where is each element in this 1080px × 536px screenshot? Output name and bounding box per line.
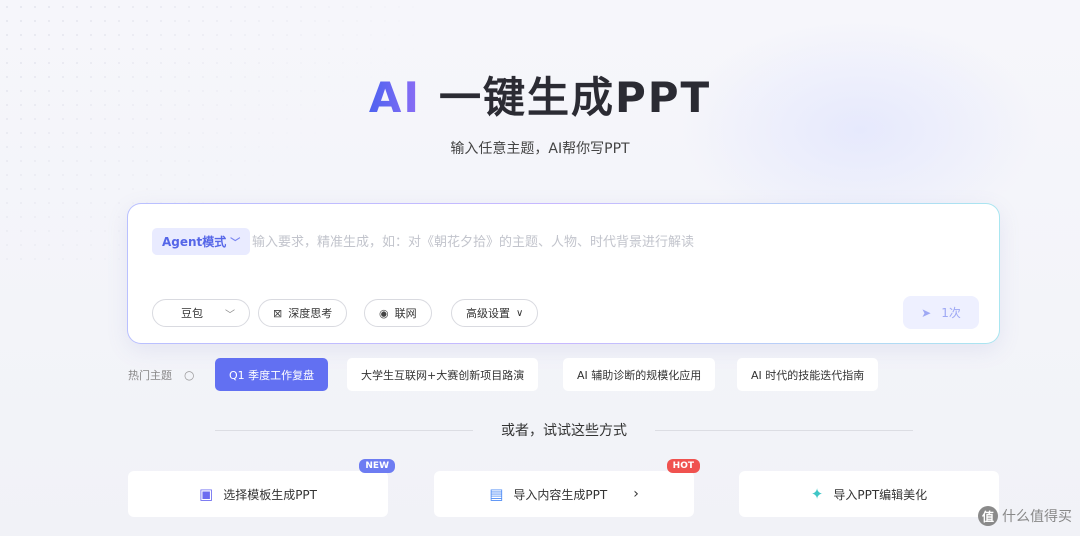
watermark-text: 什么值得买 (1002, 509, 1072, 525)
agent-mode-dropdown[interactable]: Agent模式 ﹀ (152, 228, 251, 255)
title-main-text: 一键生成PPT (438, 73, 712, 122)
prompt-card: Agent模式 ﹀ 豆包 ﹀ ⊠ 深度思考 ◉ 联网 高级设置 ∨ ➤ 1次 (127, 203, 1000, 344)
select-template-option[interactable]: ▣ 选择模板生成PPT NEW (128, 459, 395, 517)
divider-line (215, 429, 473, 431)
send-button[interactable]: ➤ 1次 (903, 296, 979, 329)
send-icon: ➤ (921, 305, 932, 320)
option-label: 导入内容生成PPT (513, 487, 608, 502)
hot-topic-chip[interactable]: Q1 季度工作复盘 (215, 358, 329, 391)
chevron-right-icon: › (633, 486, 639, 502)
chevron-down-icon: ﹀ (225, 309, 235, 321)
chevron-down-icon: ﹀ (230, 238, 241, 249)
watermark-badge: 值 (978, 506, 998, 526)
model-label: 豆包 (181, 307, 203, 320)
or-text: 或者，试试这些方式 (501, 423, 627, 439)
import-ppt-beautify-option[interactable]: ✦ 导入PPT编辑美化 (739, 471, 999, 517)
advanced-settings-dropdown[interactable]: 高级设置 ∨ (451, 299, 539, 327)
import-content-option[interactable]: ▤ 导入内容生成PPT › HOT (434, 459, 700, 517)
model-select[interactable]: 豆包 ﹀ (152, 299, 250, 327)
new-badge: NEW (359, 459, 395, 473)
magic-icon: ✦ (810, 485, 824, 503)
page-title: AI 一键生成PPT (0, 64, 1080, 125)
deep-think-toggle[interactable]: ⊠ 深度思考 (258, 299, 348, 327)
hot-badge: HOT (666, 459, 700, 473)
chevron-down-icon: ∨ (516, 307, 524, 319)
deep-think-label: 深度思考 (288, 307, 333, 320)
hot-topic-chip[interactable]: AI 辅助诊断的规模化应用 (563, 358, 716, 391)
advanced-settings-label: 高级设置 (466, 307, 510, 320)
hot-topics-label: 热门主题 (128, 369, 172, 382)
option-label: 导入PPT编辑美化 (833, 487, 928, 502)
hot-topic-chip[interactable]: AI 时代的技能迭代指南 (737, 358, 879, 391)
site-watermark: 值 什么值得买 (978, 506, 1072, 526)
or-divider: 或者，试试这些方式 (215, 420, 913, 440)
title-ai-text: AI (368, 73, 421, 122)
deep-think-icon: ⊠ (273, 306, 283, 320)
template-icon: ▣ (199, 485, 214, 503)
option-label: 选择模板生成PPT (223, 487, 317, 502)
hot-topics-header: 热门主题 ○ (128, 367, 194, 383)
agent-mode-label: Agent模式 (162, 235, 227, 249)
web-search-label: 联网 (394, 307, 417, 320)
document-icon: ▤ (489, 485, 504, 503)
hot-topic-chip[interactable]: 大学生互联网+大赛创新项目路演 (347, 358, 539, 391)
prompt-input[interactable] (252, 231, 892, 253)
refresh-icon[interactable]: ○ (184, 368, 194, 382)
web-search-toggle[interactable]: ◉ 联网 (364, 299, 432, 327)
page-subtitle: 输入任意主题，AI帮你写PPT (450, 141, 630, 157)
send-count: 1次 (941, 306, 961, 320)
divider-line (655, 429, 913, 431)
globe-icon: ◉ (379, 306, 389, 320)
